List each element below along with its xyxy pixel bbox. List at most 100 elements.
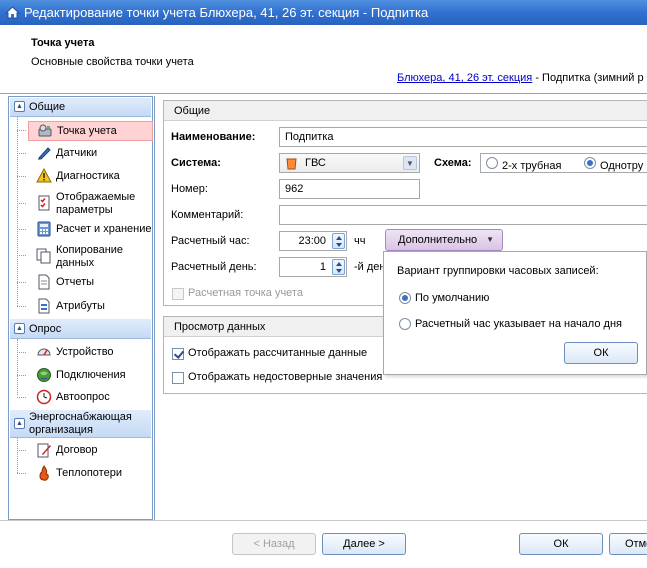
sidebar-group-label: Общие (29, 101, 66, 113)
sidebar-item-label: Копирование данных (56, 244, 124, 269)
grouping-start-label: Расчетный час указывает на начало дня (415, 318, 622, 330)
tree-branch (17, 176, 26, 177)
tree-branch (17, 375, 26, 376)
grouping-default-radio[interactable] (399, 292, 411, 304)
sidebar-item-label: Подключения (56, 369, 126, 381)
comment-label: Комментарий: (171, 209, 244, 221)
calc-day-label: Расчетный день: (171, 261, 257, 273)
sidebar-group-label: Энергоснабжающая организация (29, 411, 132, 436)
page-subtitle: Основные свойства точки учета (31, 56, 194, 68)
header-divider (0, 93, 647, 94)
grouping-popup: Вариант группировки часовых записей: По … (383, 251, 647, 375)
sidebar-item-reports[interactable]: Отчеты (28, 273, 153, 293)
sidebar-item-calc-storage[interactable]: Расчет и хранение (28, 220, 153, 240)
window-title: Редактирование точки учета Блюхера, 41, … (24, 5, 429, 20)
tree-branch (17, 352, 26, 353)
sidebar-item-metering-point[interactable]: Точка учета (28, 121, 153, 141)
show-calculated-label: Отображать рассчитанные данные (188, 347, 368, 359)
name-label: Наименование: (171, 131, 256, 143)
tree-line (17, 438, 18, 473)
breadcrumb-link[interactable]: Блюхера, 41, 26 эт. секция (397, 72, 532, 84)
sidebar-item-heat-loss[interactable]: Теплопотери (28, 464, 153, 484)
checklist-icon (38, 195, 50, 211)
sidebar-group-supplier[interactable]: ▲ Энергоснабжающая организация (10, 410, 151, 438)
calc-hour-spinner[interactable] (332, 233, 345, 249)
copy-icon (36, 248, 51, 264)
system-label: Система: (171, 157, 221, 169)
calc-hour-unit: чч (354, 235, 366, 247)
calc-day-unit: -й ден (354, 261, 386, 273)
system-select[interactable]: ГВС ▼ (279, 153, 420, 173)
sidebar-item-connections[interactable]: Подключения (28, 366, 153, 386)
tree-branch (17, 153, 26, 154)
name-field[interactable]: Подпитка (279, 127, 647, 147)
grouping-start-radio[interactable] (399, 318, 411, 330)
breadcrumb-rest: - Подпитка (зимний р (532, 72, 644, 84)
sidebar-item-diagnostics[interactable]: Диагностика (28, 167, 153, 187)
tree-branch (17, 229, 26, 230)
scheme-1pipe-label: Однотру (600, 160, 644, 172)
gauge-icon (37, 348, 51, 356)
sidebar-group-label: Опрос (29, 323, 62, 335)
collapse-icon[interactable]: ▲ (14, 418, 25, 429)
cancel-button[interactable]: Отме (609, 533, 647, 555)
tree-branch (17, 282, 26, 283)
collapse-icon[interactable]: ▲ (14, 101, 25, 112)
show-calculated-checkbox[interactable] (172, 348, 184, 360)
more-button[interactable]: Дополнительно ▼ (385, 229, 503, 251)
pen-icon (38, 147, 51, 160)
ok-button[interactable]: ОК (519, 533, 603, 555)
sidebar-item-contract[interactable]: Договор (28, 441, 153, 461)
popup-ok-button[interactable]: ОК (564, 342, 638, 364)
popup-title: Вариант группировки часовых записей: (397, 265, 599, 277)
back-button[interactable]: < Назад (232, 533, 316, 555)
calc-hour-label: Расчетный час: (171, 235, 250, 247)
heat-icon (39, 465, 49, 481)
calc-point-checkbox[interactable] (172, 288, 184, 300)
sidebar-item-display-params[interactable]: Отображаемые параметры (28, 189, 153, 217)
app-icon (5, 6, 20, 19)
number-field[interactable]: 962 (279, 179, 420, 199)
sidebar-item-label: Диагностика (56, 170, 120, 182)
sidebar-group-polling[interactable]: ▲ Опрос (10, 319, 151, 339)
comment-field[interactable] (279, 205, 647, 225)
calc-day-spinner[interactable] (332, 259, 345, 275)
chevron-down-icon[interactable]: ▼ (403, 156, 417, 170)
sidebar-item-label: Атрибуты (56, 300, 105, 312)
tree-branch (17, 255, 26, 256)
calc-day-field[interactable]: 1 (279, 257, 347, 277)
scheme-label: Схема: (434, 157, 472, 169)
breadcrumb: Блюхера, 41, 26 эт. секция - Подпитка (з… (397, 72, 644, 84)
clock-icon (36, 389, 52, 405)
title-bar: Редактирование точки учета Блюхера, 41, … (0, 0, 647, 25)
collapse-icon[interactable]: ▲ (14, 323, 25, 334)
scheme-radio-group: 2-х трубная Однотру (480, 153, 647, 173)
scheme-2pipe-radio[interactable] (486, 157, 498, 169)
sidebar-item-attributes[interactable]: Атрибуты (28, 297, 153, 317)
tree-branch (17, 130, 26, 131)
contract-icon (37, 443, 51, 458)
show-unreliable-checkbox[interactable] (172, 372, 184, 384)
cup-icon (286, 158, 297, 170)
tree-branch (17, 473, 26, 474)
sidebar-group-general[interactable]: ▲ Общие (10, 98, 151, 117)
scheme-2pipe-label: 2-х трубная (502, 160, 562, 172)
globe-icon (37, 368, 51, 382)
tree-branch (17, 450, 26, 451)
sidebar-item-label: Автоопрос (56, 391, 110, 403)
scheme-1pipe-radio[interactable] (584, 157, 596, 169)
panel-title: Общие (164, 101, 647, 121)
document-icon (38, 274, 50, 290)
sidebar-item-device[interactable]: Устройство (28, 343, 153, 363)
tree-branch (17, 397, 26, 398)
metering-point-icon (38, 124, 52, 137)
calc-hour-value: 23:00 (298, 235, 326, 247)
chevron-down-icon: ▼ (486, 235, 494, 244)
grouping-default-label: По умолчанию (415, 292, 490, 304)
system-value: ГВС (305, 157, 326, 169)
sidebar-item-copy-data[interactable]: Копирование данных (28, 242, 153, 270)
sidebar-item-sensors[interactable]: Датчики (28, 144, 153, 164)
next-button[interactable]: Далее > (322, 533, 406, 555)
calc-hour-field[interactable]: 23:00 (279, 231, 347, 251)
sidebar-item-autopoll[interactable]: Автоопрос (28, 388, 153, 408)
